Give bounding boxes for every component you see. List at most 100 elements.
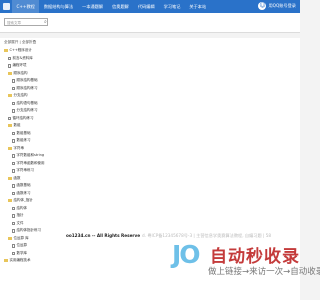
tree-item[interactable]: 前言&资料库: [0, 55, 62, 63]
watermark-logo-icon: JO: [172, 240, 201, 269]
tree-item[interactable]: 位运算 库: [0, 235, 62, 243]
folder-icon: [8, 124, 12, 128]
tree-item-label: 前言&资料库: [12, 55, 33, 60]
nav-item[interactable]: 一本通题解: [78, 0, 108, 13]
main-nav: C++教程 数据结构与算法 一本通题解 信奥题解 代码编辑 学习笔记 关于本站: [12, 0, 211, 13]
file-icon: [12, 101, 15, 105]
tree-item[interactable]: 结构体: [0, 205, 62, 213]
tree-item-label: 顺序结构: [13, 70, 28, 75]
tree-item[interactable]: 函数: [0, 175, 62, 183]
qq-login-button[interactable]: ☺ 用QQ账号登录: [258, 2, 296, 10]
search-bar: 搜索文章 ⌕: [0, 13, 300, 33]
tree-item[interactable]: 顺序结构练习: [0, 85, 62, 93]
tree-item[interactable]: 文件: [0, 220, 62, 228]
tree-item-label: 数学库: [16, 250, 28, 255]
tree-item-label: 函数练习: [16, 190, 31, 195]
file-icon: [12, 191, 15, 195]
tree-item[interactable]: 分支结构练习: [0, 107, 62, 115]
tree-item[interactable]: 结构语句基础: [0, 100, 62, 108]
folder-icon: [8, 236, 12, 240]
tree-item[interactable]: C++程序设计: [0, 47, 62, 55]
nav-item[interactable]: 关于本站: [185, 0, 211, 13]
tree-item[interactable]: 数组练习: [0, 137, 62, 145]
file-icon: [12, 184, 15, 188]
footer-copyright: oo1234.cn -- All Rights Reserve: [66, 233, 141, 238]
folder-icon: [4, 49, 8, 53]
file-icon: [12, 169, 15, 173]
tree-item-label: 数组练习: [16, 138, 31, 143]
tree-item[interactable]: 结构体指针练习: [0, 227, 62, 235]
tree-item[interactable]: 数学库: [0, 250, 62, 258]
tree-item-label: 位运算 库: [13, 235, 29, 240]
watermark-title: 自动秒收录: [210, 247, 300, 267]
folder-icon: [8, 176, 12, 180]
tree-item-label: 函数基础: [16, 183, 31, 188]
tree-item[interactable]: 结构体_指针: [0, 197, 62, 205]
search-input[interactable]: 搜索文章: [4, 18, 48, 26]
file-icon: [12, 161, 15, 165]
tree-item-label: 实用编程技术: [9, 258, 31, 263]
tree-item[interactable]: 字符串: [0, 145, 62, 153]
tree-item-label: 分支结构: [13, 93, 28, 98]
site-logo[interactable]: [3, 3, 10, 10]
nav-item[interactable]: 学习笔记: [159, 0, 185, 13]
tree-item-label: 结构体: [16, 205, 28, 210]
file-icon: [8, 56, 11, 60]
expand-collapse-links[interactable]: 全部展开 | 全部折叠: [0, 38, 62, 47]
watermark-subtitle: 做上链接→来访一次→自动收录: [208, 267, 320, 277]
tree-item[interactable]: 循环结构练习: [0, 115, 62, 123]
tree-item-label: 字符串函数和使用: [16, 160, 45, 165]
footer-extra: d. 粤ICP备12345678号-3 | 主营信息学奥赛算法教程, 自编习题 …: [142, 233, 272, 238]
tree-item-label: 编程环境: [12, 63, 27, 68]
file-icon: [12, 86, 15, 90]
tree-item-label: 字符数组和string: [16, 153, 45, 158]
file-icon: [12, 139, 15, 143]
nav-item[interactable]: 信奥题解: [108, 0, 134, 13]
tree-item[interactable]: 实用编程技术: [0, 257, 62, 265]
tree-item-label: 循环结构练习: [12, 115, 34, 120]
tree-item-label: 位运算: [16, 243, 28, 248]
file-icon: [12, 214, 15, 218]
tree-item[interactable]: 指针: [0, 212, 62, 220]
folder-icon: [8, 94, 12, 98]
nav-item[interactable]: 代码编辑: [133, 0, 159, 13]
watermark-banner: JO 自动秒收录 做上链接→来访一次→自动收录: [172, 240, 320, 300]
tree-item-label: C++程序设计: [9, 48, 32, 53]
folder-icon: [8, 146, 12, 150]
tree-item[interactable]: 字符数组和string: [0, 152, 62, 160]
tree-item[interactable]: 函数基础: [0, 182, 62, 190]
tree-item[interactable]: 编程环境: [0, 62, 62, 70]
tree-item-label: 数组: [13, 123, 21, 128]
tree-item-label: 指针: [16, 213, 24, 218]
top-nav-bar: C++教程 数据结构与算法 一本通题解 信奥题解 代码编辑 学习笔记 关于本站 ☺ 用QQ账…: [0, 0, 300, 13]
tree-item-label: 分支结构练习: [16, 108, 38, 113]
file-icon: [12, 229, 15, 233]
file-icon: [12, 109, 15, 113]
tree-item-label: 顺序结构基础: [16, 78, 38, 83]
tree-item[interactable]: 位运算: [0, 242, 62, 250]
file-icon: [8, 116, 11, 120]
folder-icon: [4, 259, 8, 263]
file-icon: [12, 131, 15, 135]
file-icon: [12, 154, 15, 158]
site-footer: oo1234.cn -- All Rights Reserve d. 粤ICP备1…: [66, 233, 271, 239]
tree-item[interactable]: 顺序结构基础: [0, 77, 62, 85]
tree-item[interactable]: 数组基础: [0, 130, 62, 138]
sidebar-tree: C++程序设计 前言&资料库 编程环境顺序结构顺序结构基础 顺序结构练习 分支结构结构语…: [0, 47, 62, 265]
nav-item[interactable]: C++教程: [12, 0, 40, 13]
search-icon[interactable]: ⌕: [44, 19, 47, 25]
tree-item[interactable]: 字符串练习: [0, 167, 62, 175]
nav-item[interactable]: 数据结构与算法: [39, 0, 77, 13]
tree-item[interactable]: 分支结构: [0, 92, 62, 100]
tree-item-label: 字符串: [13, 145, 25, 150]
tree-item-label: 结构语句基础: [16, 100, 38, 105]
tree-item[interactable]: 函数练习: [0, 190, 62, 198]
tree-item-label: 结构体_指针: [13, 198, 33, 203]
file-icon: [8, 64, 11, 68]
file-icon: [12, 206, 15, 210]
tree-item[interactable]: 数组: [0, 122, 62, 130]
file-icon: [12, 244, 15, 248]
tree-item-label: 顺序结构练习: [16, 85, 38, 90]
tree-item[interactable]: 顺序结构: [0, 70, 62, 78]
tree-item[interactable]: 字符串函数和使用: [0, 160, 62, 168]
